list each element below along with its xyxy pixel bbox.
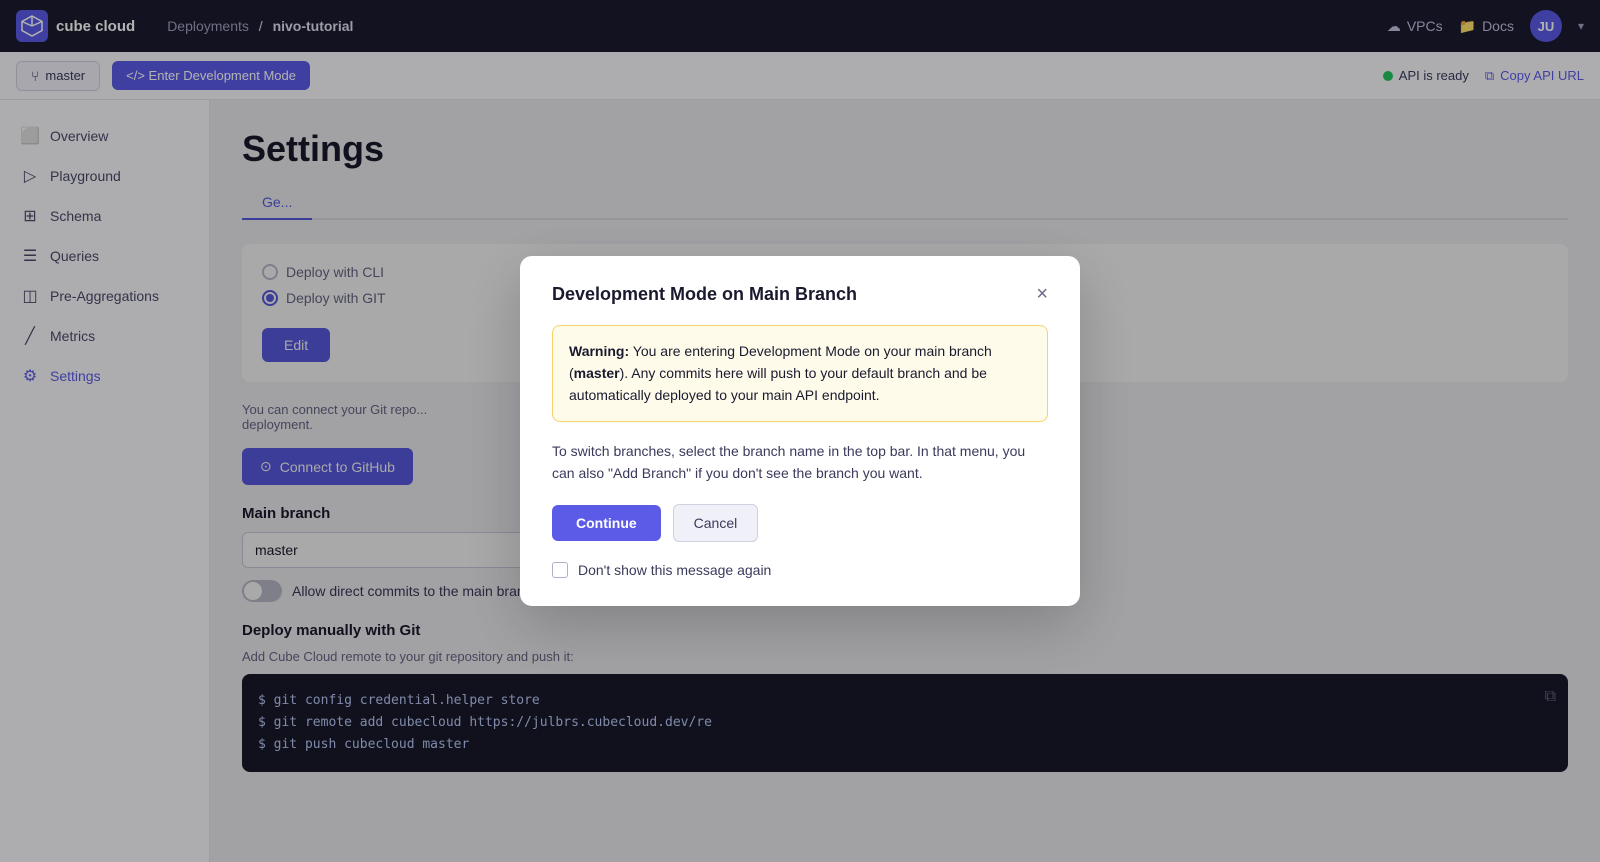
modal-header: Development Mode on Main Branch × (552, 284, 1048, 305)
dev-mode-modal: Development Mode on Main Branch × Warnin… (520, 256, 1080, 607)
modal-actions: Continue Cancel (552, 504, 1048, 542)
modal-info-text: To switch branches, select the branch na… (552, 440, 1048, 485)
modal-close-button[interactable]: × (1036, 284, 1048, 304)
branch-bold: master (574, 365, 620, 381)
warning-text: You are entering Development Mode on you… (569, 343, 992, 404)
dont-show-label: Don't show this message again (578, 562, 771, 578)
dont-show-row[interactable]: Don't show this message again (552, 562, 1048, 578)
cancel-button[interactable]: Cancel (673, 504, 759, 542)
continue-button[interactable]: Continue (552, 505, 661, 541)
dont-show-checkbox[interactable] (552, 562, 568, 578)
warning-box: Warning: You are entering Development Mo… (552, 325, 1048, 422)
warning-bold-label: Warning: (569, 343, 629, 359)
modal-overlay[interactable]: Development Mode on Main Branch × Warnin… (0, 0, 1600, 862)
modal-title: Development Mode on Main Branch (552, 284, 857, 305)
